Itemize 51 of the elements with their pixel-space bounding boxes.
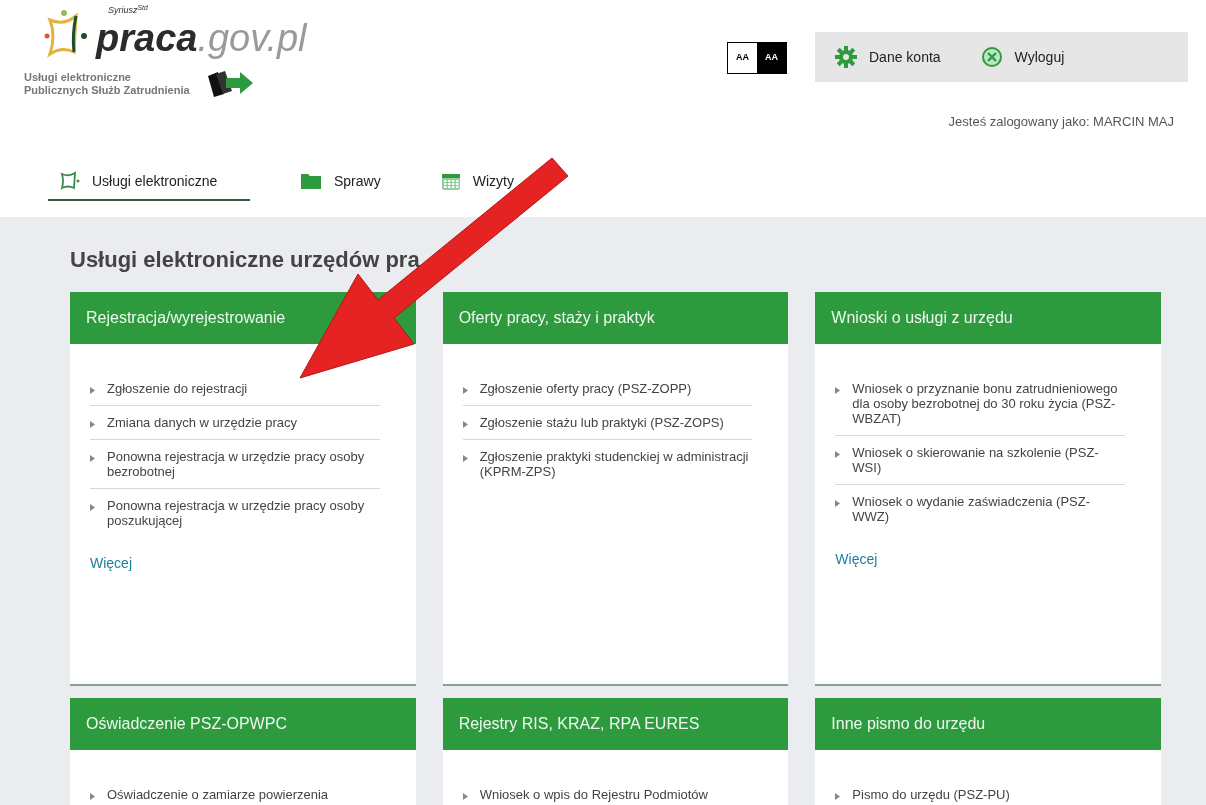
calendar-icon (440, 171, 461, 191)
bullet-icon (90, 793, 95, 800)
logo-superscript: Syriusz$^{Std}$ (108, 4, 149, 17)
service-link[interactable]: Wniosek o wpis do Rejestru Podmiotów (479, 787, 708, 802)
service-link[interactable]: Zgłoszenie oferty pracy (PSZ-ZOPP) (479, 381, 692, 396)
bullet-icon (835, 500, 841, 507)
bullet-icon (835, 451, 841, 458)
service-link[interactable]: Ponowna rejestracja w urzędzie pracy osoby poszukującej (107, 498, 380, 528)
logged-in-text: Jesteś zalogowany jako: MARCIN MAJ (948, 113, 1174, 131)
service-link[interactable]: Zgłoszenie praktyki studenckiej w administracji (KPRM-ZPS) (479, 449, 753, 479)
bullet-icon (462, 421, 468, 428)
bullet-icon (90, 421, 95, 428)
bullet-icon (835, 387, 841, 394)
service-link[interactable]: Wniosek o wydanie zaświadczenia (PSZ-WWZ) (852, 494, 1125, 524)
bullet-icon (90, 455, 95, 462)
frame-icon (58, 170, 80, 192)
card-title: Inne pismo do urzędu (815, 698, 1161, 750)
card-title: Oferty pracy, staży i praktyk (442, 292, 789, 344)
page-heading: Usługi elektroniczne urzędów pra (70, 246, 421, 274)
contrast-button[interactable]: AA (757, 43, 786, 73)
bullet-icon (462, 387, 468, 394)
cards-icon (205, 69, 254, 98)
logo-subtitle: Usługi elektroniczne (24, 70, 132, 84)
bullet-icon (462, 455, 468, 462)
logo-name: praca (96, 17, 198, 58)
folder-icon (300, 172, 322, 190)
more-link[interactable]: Więcej (835, 549, 1125, 570)
logo-domain: .gov.pl (197, 17, 307, 58)
service-link[interactable]: Wniosek o skierowanie na szkolenie (PSZ-WSI) (852, 445, 1125, 475)
service-link[interactable]: Pismo do urzędu (PSZ-PU) (852, 787, 1010, 802)
more-link[interactable]: Więcej (90, 553, 380, 574)
service-link[interactable]: Zgłoszenie do rejestracji (107, 381, 248, 396)
card-title: Oświadczenie PSZ-OPWPC (70, 698, 416, 750)
account-link[interactable]: Wyloguj (980, 46, 1065, 68)
bullet-icon (835, 793, 841, 800)
service-link[interactable]: Zmiana danych w urzędzie pracy (107, 415, 298, 430)
service-link[interactable]: Wniosek o przyznanie bonu zatrudnieniowego dla osoby bezrobotnej do 30 roku życia (PSZ-WBZAT) (852, 381, 1125, 426)
bullet-icon (462, 793, 468, 800)
settings-icon (835, 46, 857, 68)
logo-subtitle: Publicznych Służb Zatrudnienia (24, 83, 190, 97)
card-title: Rejestry RIS, KRAZ, RPA EURES (442, 698, 789, 750)
nav-tab[interactable]: Usługi elektroniczne (48, 163, 250, 201)
bullet-icon (90, 387, 95, 394)
nav-tab[interactable]: Sprawy (290, 163, 391, 201)
bullet-icon (90, 504, 95, 511)
service-link[interactable]: Ponowna rejestracja w urzędzie pracy osoby bezrobotnej (107, 449, 380, 479)
account-link[interactable]: Dane konta (835, 46, 941, 68)
close-circle-icon (980, 46, 1003, 68)
card-title: Wnioski o usługi z urzędu (815, 292, 1161, 344)
service-link[interactable]: Oświadczenie o zamiarze powierzenia (107, 787, 329, 802)
service-link[interactable]: Zgłoszenie stażu lub praktyki (PSZ-ZOPS) (479, 415, 724, 430)
